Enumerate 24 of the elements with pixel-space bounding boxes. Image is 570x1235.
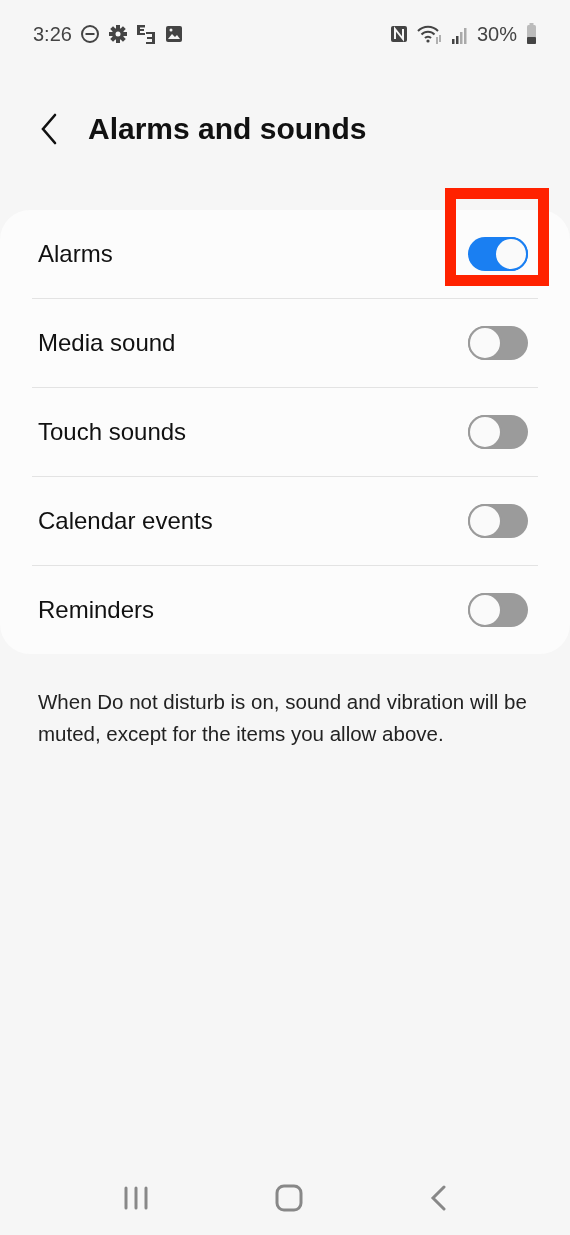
page-title: Alarms and sounds [88,112,367,146]
setting-label: Calendar events [38,507,213,535]
setting-label: Media sound [38,329,176,357]
image-icon [163,23,184,45]
home-button[interactable] [275,1183,303,1212]
toggle-switch[interactable] [468,504,528,538]
gear-icon [107,23,128,45]
battery-percentage: 30% [476,22,517,46]
battery-icon [525,23,537,45]
toggle-switch[interactable] [468,326,528,360]
do-not-disturb-icon [79,23,100,45]
setting-label: Alarms [38,240,113,268]
setting-label: Touch sounds [38,418,187,446]
recent-apps-button[interactable] [123,1185,149,1210]
app-notification-icon [135,23,156,45]
nfc-icon [388,23,409,45]
toggle-switch[interactable] [468,415,528,449]
toggle-switch[interactable] [468,237,528,271]
wifi-icon [416,23,443,45]
status-time: 3:26 [33,22,72,46]
footnote-text: When Do not disturb is on, sound and vibration will be muted, except for the items you allow above. [38,689,528,747]
back-nav-button[interactable] [429,1184,447,1211]
setting-label: Reminders [38,596,155,624]
toggle-switch[interactable] [468,593,528,627]
